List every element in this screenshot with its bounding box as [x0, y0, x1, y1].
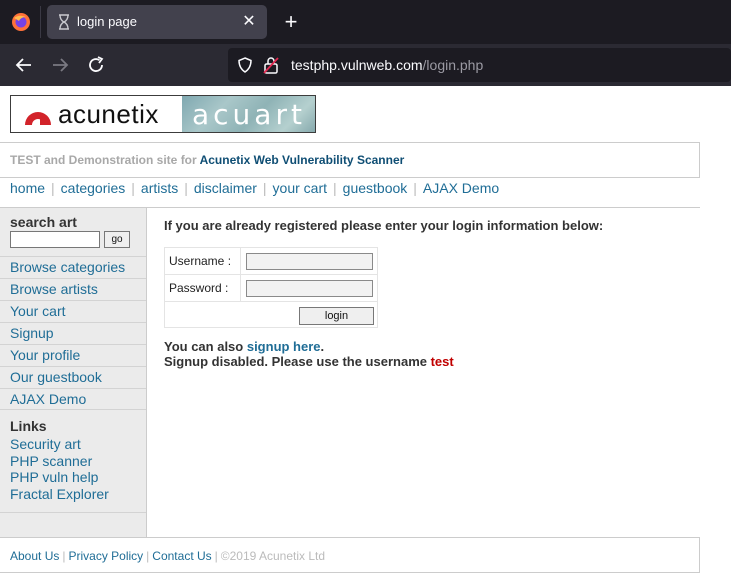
links-list: Security art PHP scanner PHP vuln help F…: [10, 436, 109, 502]
link-php-scanner[interactable]: PHP scanner: [10, 453, 109, 470]
sidebar-item-browse-categories[interactable]: Browse categories: [0, 256, 146, 278]
nav-disclaimer[interactable]: disclaimer: [194, 180, 257, 196]
sidebar-item-our-guestbook[interactable]: Our guestbook: [0, 366, 146, 388]
back-arrow-icon[interactable]: [12, 53, 36, 77]
nav-separator: |: [51, 180, 55, 196]
search-input[interactable]: [10, 231, 100, 248]
username-field[interactable]: [246, 253, 373, 270]
nav-home[interactable]: home: [10, 180, 45, 196]
browser-tab-bar: login page ✕ +: [0, 0, 731, 44]
nav-separator: |: [262, 180, 267, 196]
sidebar-item-your-cart[interactable]: Your cart: [0, 300, 146, 322]
password-field[interactable]: [246, 280, 373, 297]
footer-separator: |: [62, 549, 66, 563]
go-button[interactable]: go: [104, 231, 130, 248]
acunetix-logo: acunetix: [11, 96, 182, 132]
signup-prompt: You can also signup here.: [164, 339, 324, 354]
link-php-vuln-help[interactable]: PHP vuln help: [10, 469, 109, 486]
footer-separator: |: [214, 549, 218, 563]
footer-copyright: ©2019 Acunetix Ltd: [220, 549, 326, 563]
password-row: Password :: [165, 275, 377, 302]
sidebar-divider: [0, 512, 146, 513]
url-path: /login.php: [422, 57, 484, 73]
password-label: Password :: [165, 275, 241, 301]
nav-artists[interactable]: artists: [141, 180, 178, 196]
site-logo[interactable]: acunetix acuart: [10, 95, 316, 133]
signup-disabled-text: Signup disabled. Please use the username: [164, 354, 431, 369]
login-form: Username : Password : login: [164, 247, 378, 328]
acuart-wordmark: acuart: [192, 98, 306, 131]
forward-arrow-icon[interactable]: [48, 53, 72, 77]
footer-links: About Us | Privacy Policy | Contact Us | ©2019…: [10, 549, 325, 563]
sidebar-menu: Browse categories Browse artists Your ca…: [0, 256, 146, 410]
close-tab-icon[interactable]: ✕: [239, 12, 259, 32]
url-text[interactable]: testphp.vulnweb.com/login.php: [291, 57, 483, 73]
signup-prompt-period: .: [320, 339, 325, 354]
browser-nav-bar: testphp.vulnweb.com/login.php: [0, 44, 731, 86]
links-heading: Links: [10, 418, 47, 434]
nav-ajax-demo[interactable]: AJAX Demo: [423, 180, 499, 196]
test-username-hint: test: [430, 354, 454, 369]
top-navigation: home | categories | artists | disclaimer | your …: [10, 180, 499, 200]
tagline-prefix: TEST and Demonstration site for: [10, 153, 200, 167]
search-heading: search art: [10, 214, 77, 230]
signup-prompt-text: You can also: [164, 339, 247, 354]
acuart-banner: acuart: [182, 96, 315, 132]
tagline-box: TEST and Demonstration site for Acunetix…: [0, 142, 700, 178]
main-content: If you are already registered please ent…: [147, 208, 700, 537]
shield-icon[interactable]: [237, 57, 253, 73]
footer: About Us | Privacy Policy | Contact Us | ©2019…: [0, 537, 700, 573]
hourglass-icon: [59, 14, 69, 30]
tab-title: login page: [77, 14, 137, 29]
signup-link[interactable]: signup here: [247, 339, 321, 354]
footer-separator: |: [146, 549, 150, 563]
signup-disabled-notice: Signup disabled. Please use the username…: [164, 354, 454, 369]
sidebar-item-your-profile[interactable]: Your profile: [0, 344, 146, 366]
nav-separator: |: [413, 180, 417, 196]
url-host: testphp.vulnweb.com: [291, 57, 423, 73]
tagline: TEST and Demonstration site for Acunetix…: [10, 153, 404, 167]
address-bar[interactable]: testphp.vulnweb.com/login.php: [228, 48, 731, 82]
sidebar-item-signup[interactable]: Signup: [0, 322, 146, 344]
nav-your-cart[interactable]: your cart: [273, 180, 327, 196]
nav-guestbook[interactable]: guestbook: [343, 180, 408, 196]
username-label: Username :: [165, 248, 241, 274]
footer-contact-us[interactable]: Contact Us: [152, 549, 211, 563]
nav-separator: |: [131, 180, 135, 196]
footer-about-us[interactable]: About Us: [10, 549, 59, 563]
web-page: acunetix acuart TEST and Demonstration s…: [0, 86, 731, 582]
firefox-icon[interactable]: [11, 12, 31, 32]
browser-tab[interactable]: login page ✕: [47, 5, 267, 39]
nav-separator: |: [184, 180, 188, 196]
login-button[interactable]: login: [299, 307, 374, 325]
sidebar-item-browse-artists[interactable]: Browse artists: [0, 278, 146, 300]
username-row: Username :: [165, 248, 377, 275]
sidebar: search art go Browse categories Browse a…: [0, 208, 147, 537]
insecure-lock-icon[interactable]: [263, 56, 279, 74]
acunetix-wordmark: acunetix: [58, 99, 159, 129]
acunetix-mark-icon: [25, 112, 51, 125]
nav-categories[interactable]: categories: [61, 180, 126, 196]
login-intro: If you are already registered please ent…: [164, 218, 604, 233]
new-tab-icon[interactable]: +: [279, 10, 303, 34]
reload-icon[interactable]: [84, 53, 108, 77]
scanner-link[interactable]: Acunetix Web Vulnerability Scanner: [200, 153, 405, 167]
link-fractal-explorer[interactable]: Fractal Explorer: [10, 486, 109, 503]
tab-separator: [40, 6, 41, 38]
sidebar-item-ajax-demo[interactable]: AJAX Demo: [0, 388, 146, 410]
footer-privacy-policy[interactable]: Privacy Policy: [68, 549, 143, 563]
link-security-art[interactable]: Security art: [10, 436, 109, 453]
nav-separator: |: [333, 180, 337, 196]
